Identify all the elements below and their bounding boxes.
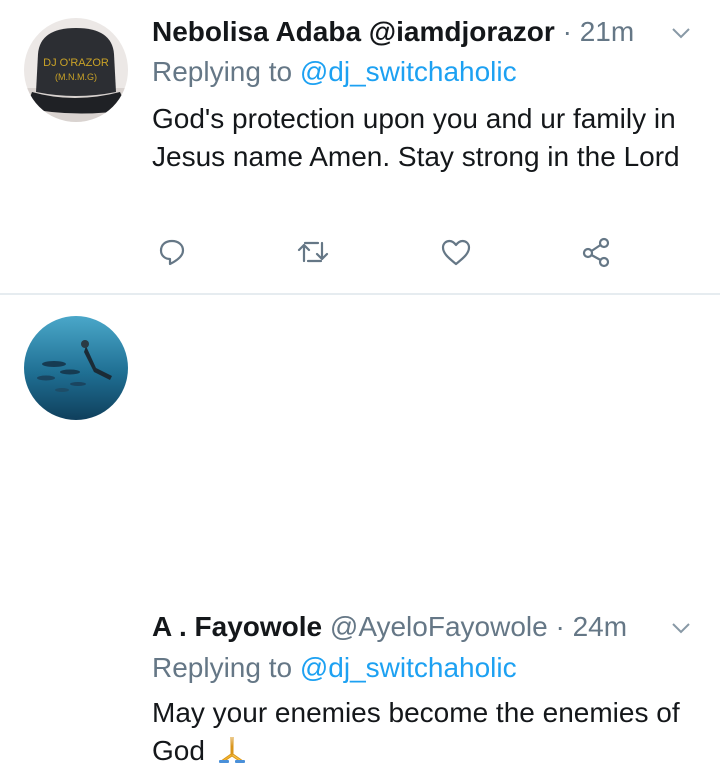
tweet-header: A . Fayowole @AyeloFayowole · 24m xyxy=(152,610,700,644)
tweet-1[interactable]: DJ O'RAZOR (M.N.M.G) Nebolisa Adaba @iam… xyxy=(0,0,720,296)
replying-prefix: Replying to xyxy=(152,56,293,87)
mention-link[interactable]: @dj_switchaholic xyxy=(300,56,517,87)
mention-link[interactable]: @dj_switchaholic xyxy=(300,652,517,683)
retweet-icon[interactable] xyxy=(293,232,333,272)
cap-text-1: DJ O'RAZOR xyxy=(43,57,109,69)
handle[interactable]: @AyeloFayowole xyxy=(330,611,548,642)
avatar[interactable] xyxy=(24,316,128,420)
like-icon[interactable] xyxy=(436,232,476,272)
replying-to: Replying to @dj_switchaholic xyxy=(152,55,517,89)
chevron-down-icon[interactable] xyxy=(670,617,692,639)
handle[interactable]: @iamdjorazor xyxy=(369,16,555,47)
share-icon[interactable] xyxy=(576,232,616,272)
tweet-text: May your enemies become the enemies of G… xyxy=(152,694,692,770)
cap-avatar-image: DJ O'RAZOR (M.N.M.G) xyxy=(24,18,128,122)
avatar[interactable]: DJ O'RAZOR (M.N.M.G) xyxy=(24,18,128,122)
separator-dot: · xyxy=(555,611,565,642)
timestamp[interactable]: 24m xyxy=(573,611,627,642)
chevron-down-icon[interactable] xyxy=(670,22,692,44)
display-name[interactable]: Nebolisa Adaba xyxy=(152,16,361,47)
replying-prefix: Replying to xyxy=(152,652,293,683)
cap-text-2: (M.N.M.G) xyxy=(55,72,97,82)
ocean-avatar-image xyxy=(24,316,128,420)
timestamp[interactable]: 21m xyxy=(580,16,634,47)
tweet-2[interactable]: A . Fayowole @AyeloFayowole · 24m Replyi… xyxy=(0,296,720,766)
folded-hands-emoji xyxy=(217,734,247,764)
tweet-actions xyxy=(152,232,632,272)
separator-dot: · xyxy=(562,16,572,47)
display-name[interactable]: A . Fayowole xyxy=(152,611,322,642)
replying-to: Replying to @dj_switchaholic xyxy=(152,651,517,685)
tweet-header: Nebolisa Adaba @iamdjorazor · 21m xyxy=(152,15,700,49)
reply-icon[interactable] xyxy=(152,232,192,272)
tweet-divider xyxy=(0,293,720,295)
tweet-text: God's protection upon you and ur family … xyxy=(152,103,680,172)
